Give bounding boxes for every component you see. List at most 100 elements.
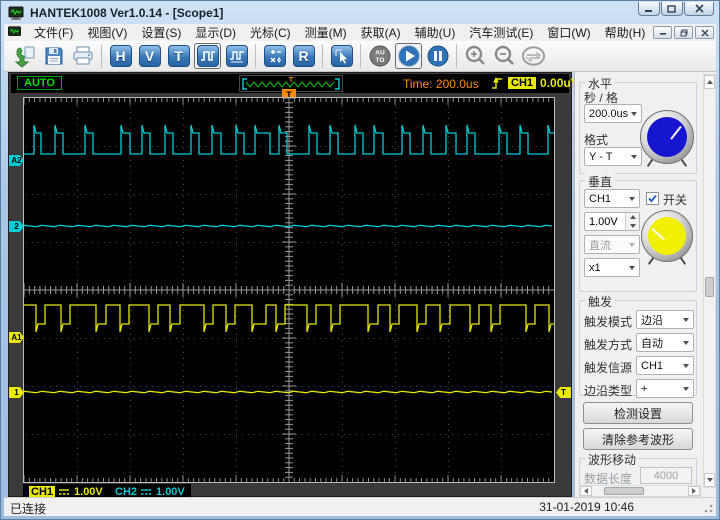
scroll-right-button[interactable]: [688, 486, 700, 496]
pause-button[interactable]: [424, 43, 451, 69]
trigger-level-marker[interactable]: T: [556, 387, 571, 398]
volts-knob[interactable]: [641, 210, 693, 265]
load-data-button[interactable]: [11, 43, 38, 69]
t-icon: T: [167, 45, 190, 67]
scope-document-icon: [8, 26, 21, 36]
square-wave-list-icon: [225, 45, 248, 67]
menu-utility[interactable]: 辅助(U): [408, 23, 463, 42]
chevron-down-icon: [683, 363, 689, 368]
chevron-down-icon: [683, 340, 689, 345]
check-icon: [648, 194, 657, 203]
toolbar-separator: [255, 44, 256, 68]
toolbar-separator: [322, 44, 323, 68]
v-icon: V: [138, 45, 161, 67]
toolbar: H V T R AU TO: [4, 41, 716, 72]
trigger-panel-button[interactable]: T: [165, 43, 192, 69]
trigger-readout: CH1 0.00uV: [491, 76, 579, 90]
scroll-up-button[interactable]: [704, 75, 715, 89]
menu-acquire[interactable]: 获取(A): [354, 23, 408, 42]
close-button[interactable]: [684, 2, 714, 16]
panel-horizontal-scrollbar[interactable]: [579, 485, 701, 497]
volts-knob-face: [648, 217, 686, 255]
channel-select[interactable]: CH1: [584, 189, 640, 208]
trigger-mode-select[interactable]: 边沿: [636, 310, 694, 329]
close-icon: [694, 4, 704, 13]
mdi-restore-button[interactable]: [674, 26, 693, 39]
vertical-scroll-thumb[interactable]: [705, 277, 714, 297]
menu-cursor[interactable]: 光标(C): [243, 23, 298, 42]
volts-div-spinner[interactable]: 1.00V: [584, 212, 640, 231]
menu-measure[interactable]: 测量(M): [298, 23, 354, 42]
probe-select[interactable]: x1: [584, 258, 640, 277]
zoom-out-icon: [494, 45, 514, 65]
chevron-down-icon: [629, 242, 635, 247]
vertical-group: 垂直 CH1 开关 1.00V 直流 x1: [579, 173, 697, 292]
waveform-mode-button[interactable]: [194, 43, 221, 69]
zoom-out-button[interactable]: [491, 43, 518, 69]
up-arrow-icon: [629, 215, 636, 220]
channel-position-marker[interactable]: A2: [9, 155, 24, 166]
menu-settings[interactable]: 设置(S): [134, 23, 188, 42]
save-button[interactable]: [40, 43, 67, 69]
menu-view[interactable]: 视图(V): [80, 23, 134, 42]
auto-setup-button[interactable]: AU TO: [366, 43, 393, 69]
menu-display[interactable]: 显示(D): [188, 23, 243, 42]
minimize-icon: [645, 9, 652, 12]
load-data-icon: [14, 46, 34, 68]
channel-position-marker[interactable]: 1: [9, 387, 24, 398]
channel-enable-checkbox[interactable]: [646, 192, 659, 205]
vertical-panel-button[interactable]: V: [136, 43, 163, 69]
horizontal-scroll-thumb[interactable]: [604, 487, 644, 495]
channel-position-marker[interactable]: 2: [9, 221, 24, 232]
clear-reference-button[interactable]: 清除参考波形: [583, 428, 693, 450]
refresh-button[interactable]: [520, 43, 547, 69]
resize-grip[interactable]: [701, 501, 713, 513]
print-icon: [73, 46, 92, 65]
knob-foot: [679, 257, 687, 265]
toolbar-separator: [360, 44, 361, 68]
up-arrow-icon: [706, 80, 713, 84]
minimize-button[interactable]: [638, 2, 660, 16]
menu-auto-test[interactable]: 汽车测试(E): [462, 23, 540, 42]
spin-down-button[interactable]: [626, 221, 639, 230]
svg-text:TO: TO: [375, 57, 384, 64]
trigger-sweep-select[interactable]: 自动: [636, 333, 694, 352]
zoom-in-button[interactable]: [462, 43, 489, 69]
title-bar: HANTEK1008 Ver1.0.14 - [Scope1]: [4, 2, 716, 24]
ch1-badge: CH1: [29, 485, 56, 498]
menu-window[interactable]: 窗口(W): [540, 23, 597, 42]
trigger-group-title: 触发: [585, 293, 616, 310]
channel-position-marker[interactable]: A1: [9, 332, 24, 343]
maximize-button[interactable]: [661, 2, 683, 16]
timebase-knob[interactable]: [640, 110, 694, 167]
reference-button[interactable]: R: [290, 43, 317, 69]
channel-value: CH1: [589, 192, 612, 205]
detect-settings-button[interactable]: 检测设置: [583, 402, 693, 424]
datetime: 31-01-2019 10:46: [539, 500, 634, 514]
panel-vertical-scrollbar[interactable]: [703, 74, 716, 488]
math-button[interactable]: [261, 43, 288, 69]
horizontal-panel-button[interactable]: H: [107, 43, 134, 69]
secdiv-select[interactable]: 200.0us: [584, 104, 642, 123]
edge-type-select[interactable]: +: [636, 379, 694, 398]
print-button[interactable]: [69, 43, 96, 69]
trigger-source-select[interactable]: CH1: [636, 356, 694, 375]
mdi-close-button[interactable]: [695, 26, 714, 39]
trace-ch2-level: [23, 224, 553, 228]
waveform-list-button[interactable]: [223, 43, 250, 69]
chevron-down-icon: [631, 111, 637, 116]
spin-up-button[interactable]: [626, 213, 639, 222]
mdi-minimize-button[interactable]: [653, 26, 672, 39]
format-value: Y - T: [589, 150, 613, 163]
menu-help[interactable]: 帮助(H): [598, 23, 653, 42]
cursor-button[interactable]: [328, 43, 355, 69]
format-select[interactable]: Y - T: [584, 147, 642, 166]
r-icon: R: [292, 45, 315, 67]
connection-status: 已连接: [10, 502, 47, 516]
run-button[interactable]: [395, 43, 422, 69]
scroll-left-button[interactable]: [580, 486, 592, 496]
scroll-down-button[interactable]: [704, 473, 715, 487]
trace-ch1-level: [23, 390, 553, 394]
swap-arrows-icon: [521, 46, 546, 66]
menu-file[interactable]: 文件(F): [27, 23, 80, 42]
